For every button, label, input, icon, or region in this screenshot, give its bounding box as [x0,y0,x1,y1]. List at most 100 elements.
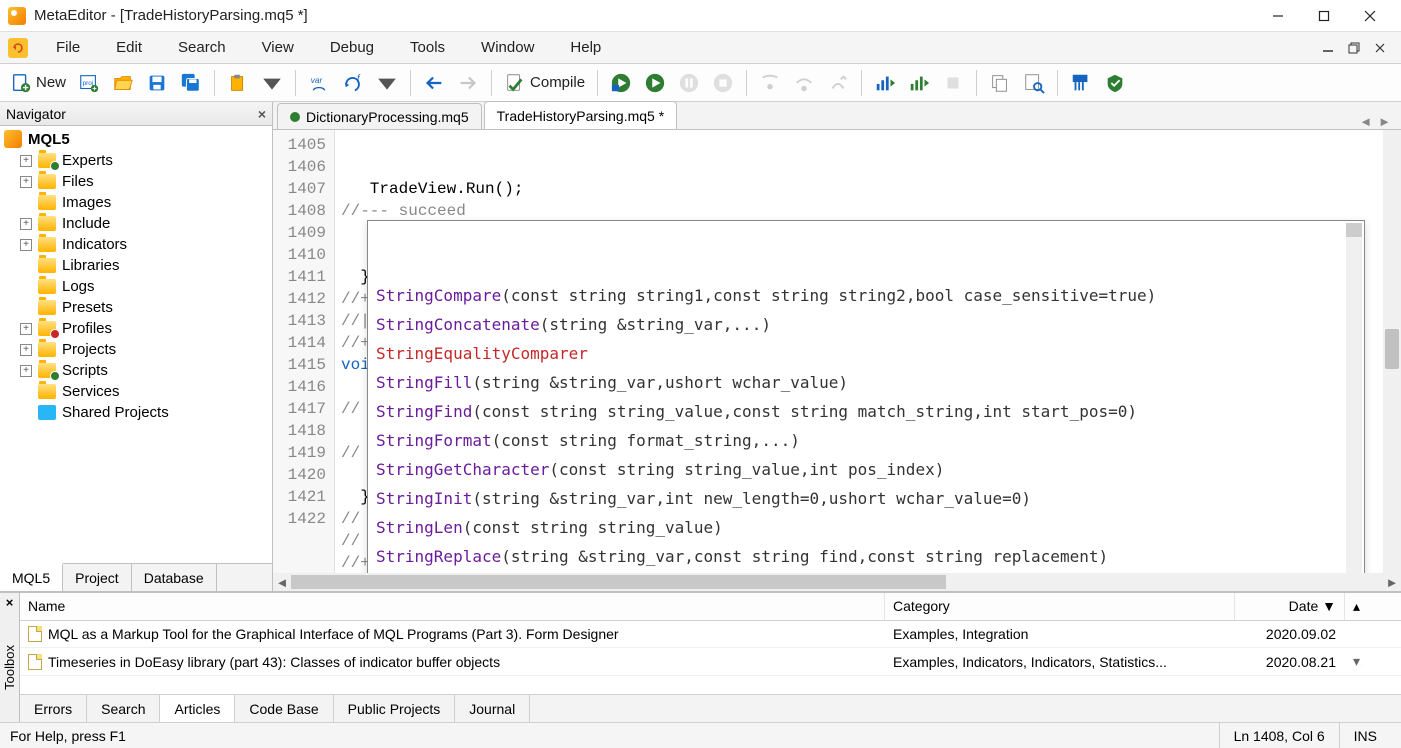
toolbox-tab-public-projects[interactable]: Public Projects [334,695,456,722]
tree-item-experts[interactable]: +Experts [0,150,272,171]
mdi-minimize-button[interactable] [1318,40,1338,56]
tree-expander[interactable]: + [20,344,32,356]
toolbox-tab-search[interactable]: Search [87,695,160,722]
nav-tab-database[interactable]: Database [132,564,217,591]
debug-start-button[interactable] [606,68,636,98]
function-button[interactable]: ƒ [338,68,368,98]
editor-tab[interactable]: TradeHistoryParsing.mq5 * [484,101,678,129]
editor-horizontal-scrollbar[interactable]: ◄ ► [273,573,1401,591]
nav-back-button[interactable] [419,68,449,98]
toolbox-tab-articles[interactable]: Articles [160,695,235,722]
column-scroll-up[interactable]: ▴ [1345,593,1368,620]
row-scroll[interactable] [1345,629,1363,639]
paste-dropdown[interactable] [257,68,287,98]
run-button[interactable] [640,68,670,98]
tree-item-profiles[interactable]: +Profiles [0,318,272,339]
column-name[interactable]: Name [20,593,885,620]
function-dropdown[interactable] [372,68,402,98]
autocomplete-item[interactable]: StringFind(const string string_value,con… [368,397,1364,426]
tree-item-projects[interactable]: +Projects [0,339,272,360]
autocomplete-item[interactable]: StringFill(string &string_var,ushort wch… [368,368,1364,397]
menu-edit[interactable]: Edit [98,35,160,60]
save-button[interactable] [142,68,172,98]
autocomplete-item[interactable]: StringEqualityComparer [368,339,1364,368]
code-line[interactable]: TradeView.Run(); [341,178,1383,200]
tab-prev-button[interactable]: ◄ [1359,114,1372,129]
tree-item-files[interactable]: +Files [0,171,272,192]
scroll-left-arrow[interactable]: ◄ [273,575,291,590]
code-area[interactable]: 1405140614071408140914101411141214131414… [273,130,1401,573]
column-category[interactable]: Category [885,593,1235,620]
tree-item-logs[interactable]: Logs [0,276,272,297]
menu-debug[interactable]: Debug [312,35,392,60]
profile-history-button[interactable] [904,68,934,98]
toolbox-row[interactable]: MQL as a Markup Tool for the Graphical I… [20,621,1401,648]
menu-tools[interactable]: Tools [392,35,463,60]
var-button[interactable]: var [304,68,334,98]
autocomplete-scrollbar[interactable] [1346,223,1362,573]
tree-expander [20,302,32,314]
maximize-button[interactable] [1301,0,1347,32]
tree-expander[interactable]: + [20,365,32,377]
toolbox-tab-code-base[interactable]: Code Base [235,695,333,722]
toolbox-tab-errors[interactable]: Errors [20,695,87,722]
nav-tab-mql5[interactable]: MQL5 [0,563,63,591]
tree-item-shared-projects[interactable]: Shared Projects [0,402,272,423]
tree-item-scripts[interactable]: +Scripts [0,360,272,381]
mdi-restore-button[interactable] [1344,40,1364,56]
tree-item-presets[interactable]: Presets [0,297,272,318]
tree-item-indicators[interactable]: +Indicators [0,234,272,255]
nav-tab-project[interactable]: Project [63,564,132,591]
menu-view[interactable]: View [244,35,312,60]
row-scroll[interactable]: ▾ [1345,648,1363,675]
copy-button[interactable] [985,68,1015,98]
autocomplete-item[interactable]: StringGetCharacter(const string string_v… [368,455,1364,484]
tree-expander[interactable]: + [20,155,32,167]
tree-expander[interactable]: + [20,176,32,188]
toolbox-tab-journal[interactable]: Journal [455,695,530,722]
tree-item-images[interactable]: Images [0,192,272,213]
menu-file[interactable]: File [38,35,98,60]
menu-help[interactable]: Help [552,35,619,60]
autocomplete-popup[interactable]: StringCompare(const string string1,const… [367,220,1365,573]
save-all-button[interactable] [176,68,206,98]
column-date[interactable]: Date ▼ [1235,593,1345,620]
autocomplete-item[interactable]: StringCompare(const string string1,const… [368,281,1364,310]
autocomplete-item[interactable]: StringLen(const string string_value) [368,513,1364,542]
navigator-close-button[interactable]: × [258,106,266,122]
paste-button[interactable] [223,68,253,98]
mdi-close-button[interactable] [1370,40,1390,56]
code-line[interactable]: //--- succeed [341,200,1383,222]
tree-expander[interactable]: + [20,323,32,335]
editor-vertical-scrollbar[interactable] [1383,130,1401,573]
tree-expander[interactable]: + [20,218,32,230]
tree-item-libraries[interactable]: Libraries [0,255,272,276]
new-project-button[interactable]: proj [74,68,104,98]
navigator-tree[interactable]: MQL5 +Experts+FilesImages+Include+Indica… [0,126,272,563]
toolbox-row[interactable]: Timeseries in DoEasy library (part 43): … [20,648,1401,676]
open-button[interactable] [108,68,138,98]
minimize-button[interactable] [1255,0,1301,32]
editor-tab[interactable]: DictionaryProcessing.mq5 [277,103,482,129]
new-button[interactable]: New [6,68,70,98]
menu-search[interactable]: Search [160,35,244,60]
compile-button[interactable]: Compile [500,68,589,98]
toolbox-close-button[interactable]: × [6,593,14,612]
menu-window[interactable]: Window [463,35,552,60]
check-button[interactable] [1100,68,1130,98]
tree-item-include[interactable]: +Include [0,213,272,234]
scroll-right-arrow[interactable]: ► [1383,575,1401,590]
autocomplete-item[interactable]: StringInit(string &string_var,int new_le… [368,484,1364,513]
tab-next-button[interactable]: ► [1378,114,1391,129]
close-button[interactable] [1347,0,1393,32]
tree-expander[interactable]: + [20,239,32,251]
find-button[interactable] [1019,68,1049,98]
styler-button[interactable] [1066,68,1096,98]
code-content[interactable]: TradeView.Run();//--- succeed return(INI… [335,130,1383,573]
autocomplete-item[interactable]: StringReplace(string &string_var,const s… [368,542,1364,571]
tree-item-services[interactable]: Services [0,381,272,402]
autocomplete-item[interactable]: StringConcatenate(string &string_var,...… [368,310,1364,339]
autocomplete-item[interactable]: StringFormat(const string format_string,… [368,426,1364,455]
tree-root[interactable]: MQL5 [0,128,272,150]
profile-realtime-button[interactable] [870,68,900,98]
